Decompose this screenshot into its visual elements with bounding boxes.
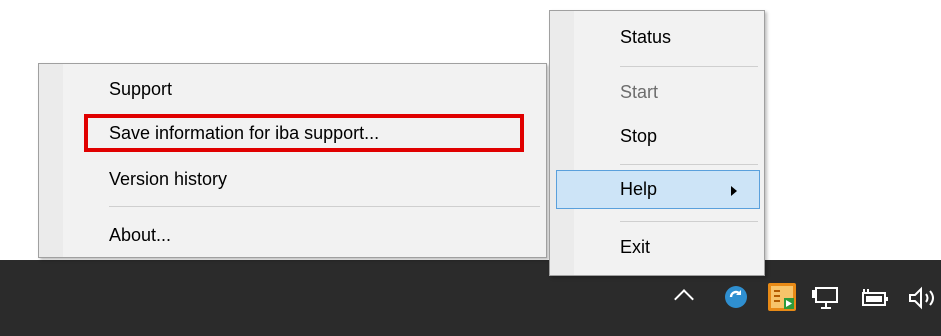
menu-item-stop[interactable]: Stop (620, 122, 657, 150)
volume-icon[interactable] (908, 286, 938, 310)
tray-context-menu: Status Start Stop Help Exit (549, 10, 765, 276)
help-submenu: Support Save information for iba support… (38, 63, 547, 258)
menu-separator (620, 164, 758, 165)
menu-item-exit[interactable]: Exit (620, 233, 650, 261)
menu-separator (620, 66, 758, 67)
taskbar (0, 260, 941, 336)
submenu-separator (109, 206, 540, 207)
iba-app-icon[interactable] (768, 283, 796, 311)
menu-separator (620, 221, 758, 222)
submenu-item-about[interactable]: About... (109, 221, 171, 249)
battery-icon[interactable] (862, 289, 890, 307)
submenu-arrow-icon (731, 186, 737, 196)
menu-item-status[interactable]: Status (620, 23, 671, 51)
menu-item-help-hover (556, 170, 760, 209)
submenu-item-support[interactable]: Support (109, 75, 172, 103)
submenu-item-version-history[interactable]: Version history (109, 165, 227, 193)
sync-icon[interactable] (724, 285, 748, 309)
submenu-gutter (39, 64, 63, 257)
menu-item-start: Start (620, 82, 659, 102)
submenu-item-save-information[interactable]: Save information for iba support... (109, 119, 379, 147)
network-icon[interactable] (812, 286, 840, 310)
menu-item-help[interactable]: Help (620, 175, 657, 203)
menu-gutter (550, 11, 574, 275)
